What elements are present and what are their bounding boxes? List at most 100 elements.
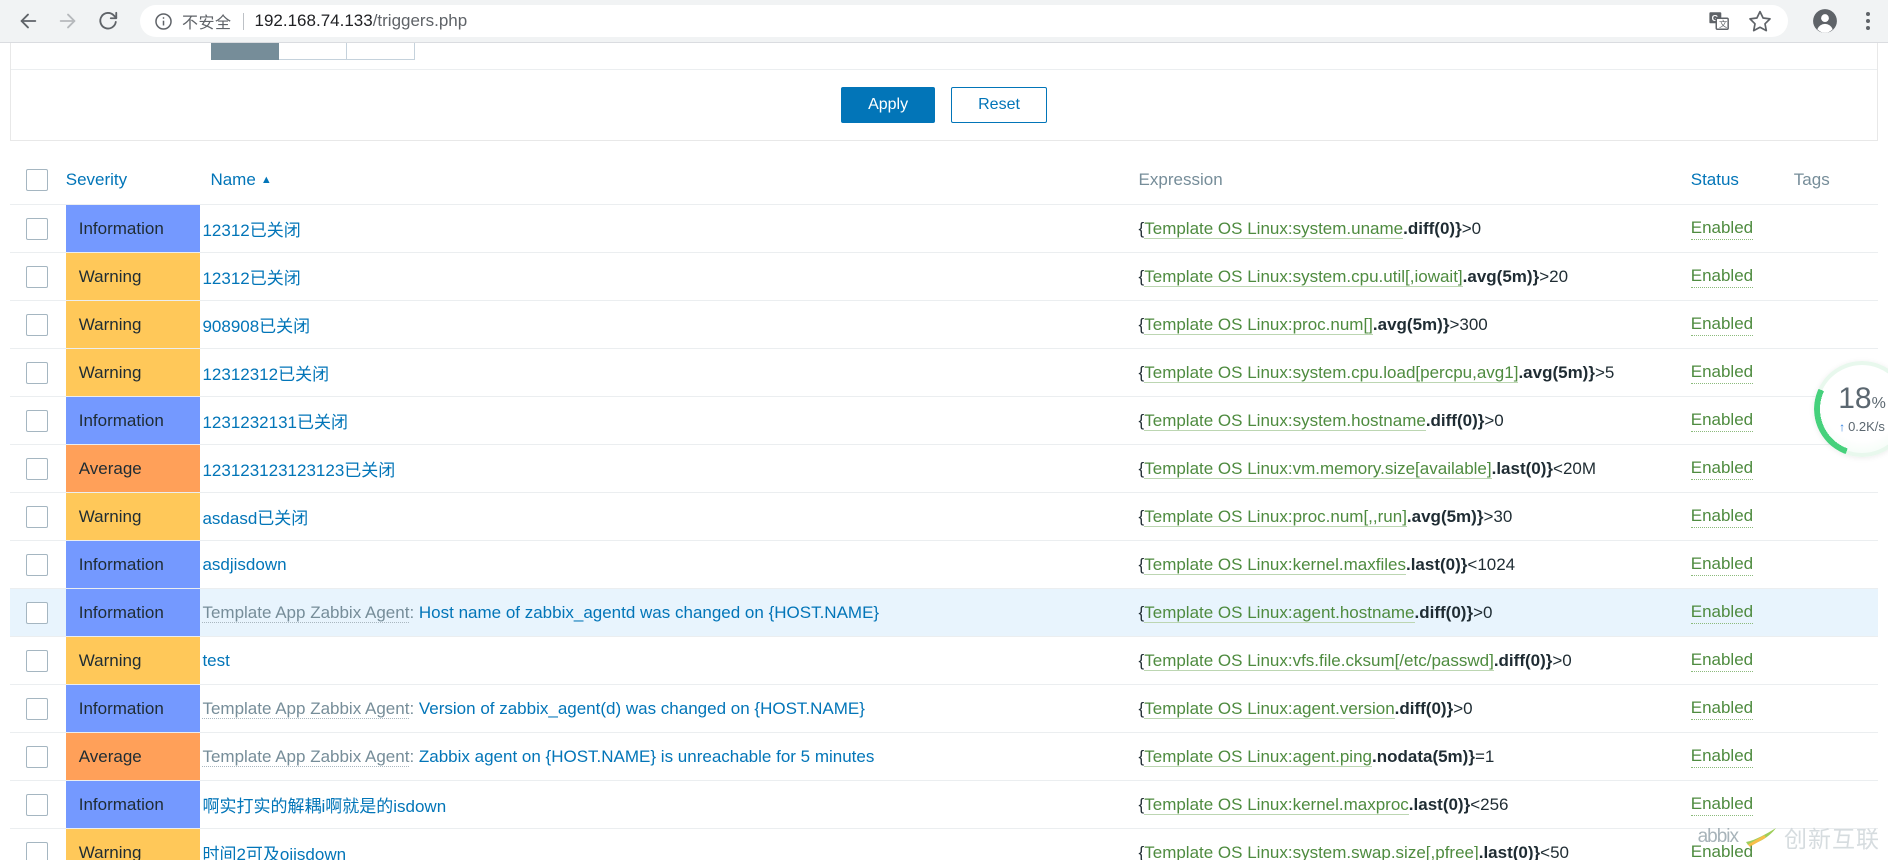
status-badge[interactable]: Enabled — [1690, 265, 1754, 288]
status-badge[interactable]: Enabled — [1690, 217, 1754, 240]
table-row[interactable]: Warning 12312已关闭 {Template OS Linux:system… — [10, 252, 1878, 301]
column-header-status[interactable]: Status — [1690, 158, 1794, 205]
row-checkbox[interactable] — [26, 745, 48, 768]
expression-item-link[interactable]: Template OS Linux:agent.version — [1144, 698, 1395, 719]
status-badge[interactable]: Enabled — [1690, 409, 1754, 432]
reset-button[interactable]: Reset — [951, 87, 1047, 123]
row-checkbox[interactable] — [26, 697, 48, 720]
watermark: abbix 创新互联 — [1698, 820, 1880, 854]
segment-option-1[interactable] — [211, 43, 279, 60]
row-checkbox[interactable] — [26, 601, 48, 624]
expression-item-link[interactable]: Template OS Linux:agent.ping — [1144, 746, 1372, 767]
status-badge[interactable]: Enabled — [1690, 697, 1754, 720]
table-row[interactable]: Average Template App Zabbix Agent: Zabbix… — [10, 732, 1878, 781]
severity-cell: Information — [65, 588, 203, 637]
template-prefix-link[interactable]: Template App Zabbix Agent — [202, 746, 410, 767]
segment-option-3[interactable] — [347, 43, 415, 60]
row-checkbox[interactable] — [26, 361, 48, 384]
trigger-name-link[interactable]: 12312已关闭 — [202, 221, 300, 240]
template-prefix-link[interactable]: Template App Zabbix Agent — [202, 602, 410, 623]
column-header-name[interactable]: Name ▲ — [202, 158, 1139, 205]
status-badge[interactable]: Enabled — [1690, 457, 1754, 480]
reload-button[interactable] — [90, 3, 126, 39]
status-badge[interactable]: Enabled — [1690, 361, 1754, 384]
table-row[interactable]: Information Template App Zabbix Agent: Ve… — [10, 684, 1878, 733]
row-checkbox[interactable] — [26, 793, 48, 816]
table-row[interactable]: Information asdjisdown {Template OS Linux:… — [10, 540, 1878, 589]
table-row[interactable]: Warning 12312312已关闭 {Template OS Linux:sys… — [10, 348, 1878, 397]
trigger-name-link[interactable]: 908908已关闭 — [202, 317, 310, 336]
row-checkbox[interactable] — [26, 457, 48, 480]
expression-item-link[interactable]: Template OS Linux:system.swap.size[,pfre… — [1144, 842, 1479, 860]
expression-item-link[interactable]: Template OS Linux:proc.num[,,run] — [1144, 506, 1407, 527]
expression-cell: {Template OS Linux:agent.version.diff(0)… — [1138, 684, 1691, 733]
status-badge[interactable]: Enabled — [1690, 505, 1754, 528]
site-info-icon[interactable] — [154, 12, 173, 31]
trigger-name-link[interactable]: asdasd已关闭 — [202, 509, 308, 528]
status-badge[interactable]: Enabled — [1690, 601, 1754, 624]
apply-button[interactable]: Apply — [841, 87, 936, 123]
trigger-name-link[interactable]: asdjisdown — [202, 555, 286, 574]
template-prefix-link[interactable]: Template App Zabbix Agent — [202, 698, 410, 719]
row-checkbox[interactable] — [26, 553, 48, 576]
status-badge[interactable]: Enabled — [1690, 793, 1754, 816]
expression-item-link[interactable]: Template OS Linux:agent.hostname — [1144, 602, 1415, 623]
star-icon[interactable] — [1748, 9, 1772, 33]
expression-function: .avg(5m)} — [1406, 506, 1484, 526]
trigger-name-link[interactable]: Host name of zabbix_agentd was changed o… — [419, 603, 879, 622]
status-badge[interactable]: Enabled — [1690, 649, 1754, 672]
severity-cell: Information — [65, 204, 203, 253]
profile-avatar-icon[interactable] — [1812, 8, 1838, 34]
status-cell: Enabled — [1690, 588, 1794, 637]
expression-item-link[interactable]: Template OS Linux:system.cpu.load[percpu… — [1144, 362, 1519, 383]
row-checkbox[interactable] — [26, 649, 48, 672]
trigger-name-link[interactable]: 12312已关闭 — [202, 269, 300, 288]
table-row[interactable]: Warning test {Template OS Linux:vfs.file.c… — [10, 636, 1878, 685]
row-checkbox[interactable] — [26, 313, 48, 336]
cpu-percent-unit: % — [1871, 395, 1886, 412]
select-all-checkbox[interactable] — [26, 169, 48, 191]
back-button[interactable] — [10, 3, 46, 39]
row-checkbox[interactable] — [26, 505, 48, 528]
segment-option-2[interactable] — [279, 43, 347, 60]
expression-item-link[interactable]: Template OS Linux:kernel.maxfiles — [1144, 554, 1406, 575]
expression-item-link[interactable]: Template OS Linux:kernel.maxproc — [1144, 794, 1409, 815]
expression-item-link[interactable]: Template OS Linux:system.hostname — [1144, 410, 1426, 431]
filter-segmented-control[interactable] — [211, 43, 415, 60]
row-checkbox[interactable] — [26, 409, 48, 432]
three-dot-menu-icon[interactable] — [1858, 9, 1878, 33]
expression-item-link[interactable]: Template OS Linux:system.cpu.util[,iowai… — [1144, 266, 1463, 287]
expression-function: .diff(0)} — [1493, 650, 1553, 670]
table-row[interactable]: Warning 时间2可及oiisdown {Template OS Linux:s… — [10, 828, 1878, 860]
status-badge[interactable]: Enabled — [1690, 745, 1754, 768]
forward-button[interactable] — [50, 3, 86, 39]
table-row[interactable]: Information 1231232131已关闭 {Template OS Lin… — [10, 396, 1878, 445]
column-header-severity[interactable]: Severity — [65, 158, 203, 205]
trigger-name-link[interactable]: 12312312已关闭 — [202, 365, 329, 384]
expression-item-link[interactable]: Template OS Linux:vfs.file.cksum[/etc/pa… — [1144, 650, 1494, 671]
trigger-name-link[interactable]: 1231232131已关闭 — [202, 413, 348, 432]
trigger-name-link[interactable]: Zabbix agent on {HOST.NAME} is unreachab… — [419, 747, 874, 766]
table-row[interactable]: Information 啊实打实的解耦i啊就是的isdown {Template O… — [10, 780, 1878, 829]
trigger-name-link[interactable]: 123123123123123已关闭 — [202, 461, 395, 480]
status-badge[interactable]: Enabled — [1690, 313, 1754, 336]
trigger-name-link[interactable]: 啊实打实的解耦i啊就是的isdown — [202, 797, 446, 816]
trigger-name-link[interactable]: Version of zabbix_agent(d) was changed o… — [419, 699, 865, 718]
expression-item-link[interactable]: Template OS Linux:proc.num[] — [1144, 314, 1373, 335]
expression-item-link[interactable]: Template OS Linux:system.uname — [1144, 218, 1404, 239]
status-badge[interactable]: Enabled — [1690, 553, 1754, 576]
table-row[interactable]: Information Template App Zabbix Agent: Ho… — [10, 588, 1878, 637]
expression-item-link[interactable]: Template OS Linux:vm.memory.size[availab… — [1144, 458, 1492, 479]
table-row[interactable]: Warning 908908已关闭 {Template OS Linux:proc.… — [10, 300, 1878, 349]
table-row[interactable]: Average 123123123123123已关闭 {Template OS Li… — [10, 444, 1878, 493]
table-row[interactable]: Warning asdasd已关闭 {Template OS Linux:proc.… — [10, 492, 1878, 541]
table-row[interactable]: Information 12312已关闭 {Template OS Linux:sy… — [10, 204, 1878, 253]
status-cell: Enabled — [1690, 732, 1794, 781]
row-checkbox[interactable] — [26, 265, 48, 288]
translate-icon[interactable]: G 文 — [1708, 10, 1730, 32]
trigger-name-link[interactable]: test — [202, 651, 229, 670]
row-checkbox[interactable] — [26, 217, 48, 240]
address-bar[interactable]: 不安全 192.168.74.133/triggers.php G 文 — [140, 5, 1788, 37]
row-checkbox[interactable] — [26, 841, 48, 860]
trigger-name-link[interactable]: 时间2可及oiisdown — [202, 845, 346, 860]
